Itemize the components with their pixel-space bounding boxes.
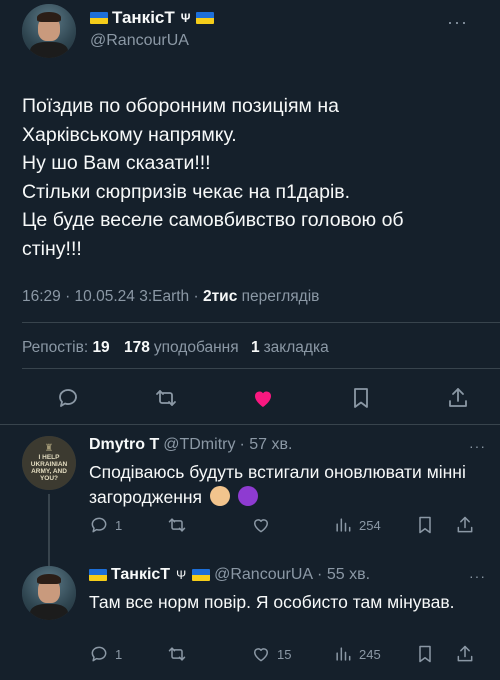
views-count: 2тис bbox=[202, 288, 238, 305]
reply-item[interactable]: ♜ I HELP UKRAINIAN ARMY, AND YOU? Dmytro… bbox=[0, 424, 500, 558]
like-icon[interactable] bbox=[251, 515, 271, 535]
views-icon[interactable] bbox=[333, 644, 353, 664]
divider bbox=[22, 368, 500, 369]
bookmarks-label[interactable]: закладка bbox=[264, 339, 329, 356]
reply-avatar[interactable] bbox=[22, 566, 76, 620]
reply-icon[interactable] bbox=[89, 644, 109, 664]
author-handle[interactable]: @RancourUA bbox=[90, 32, 189, 50]
share-icon[interactable] bbox=[446, 386, 470, 410]
bookmark-icon[interactable] bbox=[415, 644, 435, 664]
reply-item[interactable]: ТанкісТ Ψ @RancourUA · 55 хв. ··· Там вс… bbox=[0, 558, 500, 680]
reply-reply-button[interactable]: 1 bbox=[89, 515, 167, 535]
bookmarks-count[interactable]: 1 bbox=[251, 339, 260, 356]
author-avatar[interactable] bbox=[22, 4, 76, 58]
reply-views-button[interactable]: 254 bbox=[333, 515, 415, 535]
thread-line bbox=[48, 558, 50, 566]
reply-count: 1 bbox=[115, 517, 123, 533]
reply-header: ТанкісТ Ψ @RancourUA · 55 хв. bbox=[89, 566, 370, 584]
reply-actions: 1 15 245 bbox=[89, 644, 479, 664]
reply-like-button[interactable] bbox=[251, 515, 333, 535]
author-name-line[interactable]: ТанкісТ Ψ bbox=[90, 8, 215, 28]
tweet-header: ТанкісТ Ψ @RancourUA ··· bbox=[22, 0, 482, 62]
reposts-label[interactable]: Репостів: bbox=[22, 339, 88, 356]
likes-label[interactable]: уподобання bbox=[154, 339, 239, 356]
reply-share-button[interactable] bbox=[455, 515, 475, 535]
reply-avatar[interactable]: ♜ I HELP UKRAINIAN ARMY, AND YOU? bbox=[22, 436, 76, 490]
reply-author-handle[interactable]: @TDmitry bbox=[163, 436, 235, 454]
reply-share-button[interactable] bbox=[455, 644, 475, 664]
ukraine-flag-icon bbox=[196, 12, 215, 24]
reply-text-content: Сподіваюсь будуть встигали оновлювати мі… bbox=[89, 462, 466, 507]
repost-icon[interactable] bbox=[154, 386, 178, 410]
reply-repost-button[interactable] bbox=[167, 515, 251, 535]
reply-author-name[interactable]: Dmytro T bbox=[89, 436, 159, 454]
reply-views-button[interactable]: 245 bbox=[333, 644, 415, 664]
more-options-icon[interactable]: ··· bbox=[469, 568, 486, 584]
reply-reply-button[interactable]: 1 bbox=[89, 644, 167, 664]
reply-author-name[interactable]: ТанкісТ bbox=[111, 566, 170, 584]
reply-actions: 1 254 bbox=[89, 515, 479, 535]
views-count: 254 bbox=[359, 517, 381, 533]
tweet-timestamp[interactable]: 16:29 · 10.05.24 3:Earth · bbox=[22, 288, 203, 305]
divider bbox=[22, 322, 500, 323]
more-options-icon[interactable]: ··· bbox=[447, 12, 468, 33]
ukraine-flag-icon bbox=[192, 569, 211, 581]
reply-icon[interactable] bbox=[89, 515, 109, 535]
tweet-text: Поїздив по оборонним позиціям на Харківс… bbox=[22, 95, 404, 260]
shield-icon: ♜ bbox=[44, 443, 54, 454]
likes-count[interactable]: 178 bbox=[124, 339, 150, 356]
reply-time[interactable]: · 57 хв. bbox=[239, 436, 292, 454]
bookmark-icon[interactable] bbox=[349, 386, 373, 410]
repost-icon[interactable] bbox=[167, 644, 187, 664]
reply-time[interactable]: · 55 хв. bbox=[317, 566, 370, 584]
flexed-biceps-emoji bbox=[209, 486, 230, 506]
reply-count: 1 bbox=[115, 646, 123, 662]
ukraine-flag-icon bbox=[89, 569, 107, 581]
reply-author-handle[interactable]: @RancourUA bbox=[214, 566, 313, 584]
like-count: 15 bbox=[277, 646, 292, 662]
views-label: переглядів bbox=[241, 288, 320, 305]
reply-bookmark-button[interactable] bbox=[415, 644, 455, 664]
smiling-imp-emoji bbox=[237, 486, 258, 506]
author-display-name[interactable]: ТанкісТ bbox=[112, 8, 175, 28]
repost-icon[interactable] bbox=[167, 515, 187, 535]
views-icon[interactable] bbox=[333, 515, 353, 535]
reply-icon[interactable] bbox=[56, 386, 80, 410]
trident-icon: Ψ bbox=[176, 568, 187, 582]
like-icon-active[interactable] bbox=[251, 386, 275, 410]
avatar-badge-text: I HELP UKRAINIAN ARMY, AND YOU? bbox=[30, 454, 68, 482]
ukraine-flag-icon bbox=[90, 12, 108, 24]
more-options-icon[interactable]: ··· bbox=[469, 438, 486, 454]
tweet-stats: Репостів: 19 178 уподобання 1 закладка bbox=[22, 339, 329, 357]
tweet-meta: 16:29 · 10.05.24 3:Earth · 2тис перегляд… bbox=[22, 288, 319, 306]
reply-repost-button[interactable] bbox=[167, 644, 251, 664]
like-icon[interactable] bbox=[251, 644, 271, 664]
views-count: 245 bbox=[359, 646, 381, 662]
bookmark-icon[interactable] bbox=[415, 515, 435, 535]
reply-header: Dmytro T @TDmitry · 57 хв. bbox=[89, 436, 292, 454]
share-icon[interactable] bbox=[455, 515, 475, 535]
reply-bookmark-button[interactable] bbox=[415, 515, 455, 535]
reply-text: Там все норм повір. Я особисто там мінув… bbox=[89, 592, 455, 612]
reply-text: Сподіваюсь будуть встигали оновлювати мі… bbox=[89, 460, 484, 510]
thread-line bbox=[48, 494, 50, 558]
trident-icon: Ψ bbox=[180, 11, 191, 25]
reposts-count[interactable]: 19 bbox=[92, 339, 109, 356]
tweet-actions bbox=[22, 384, 482, 412]
reply-like-button[interactable]: 15 bbox=[251, 644, 333, 664]
share-icon[interactable] bbox=[455, 644, 475, 664]
